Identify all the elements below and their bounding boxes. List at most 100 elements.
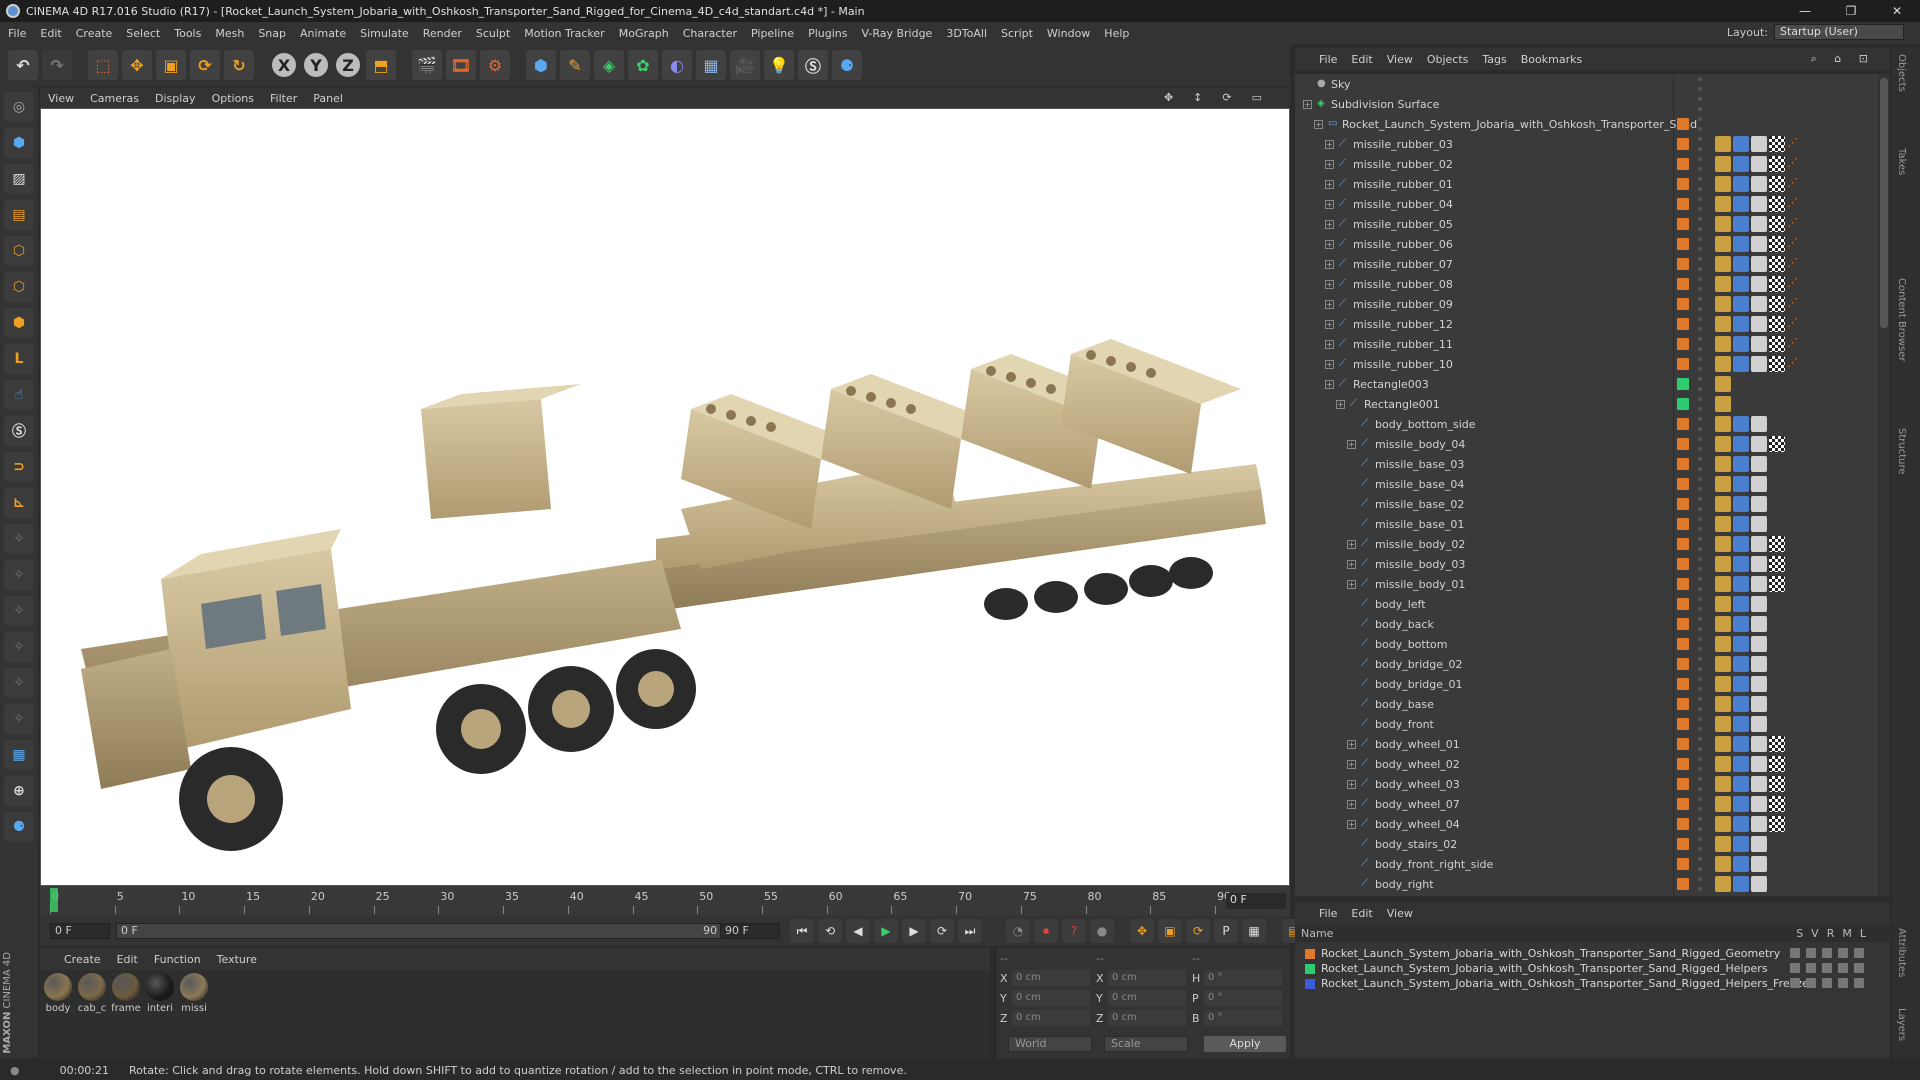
mat-menu-edit[interactable]: Edit: [117, 953, 138, 966]
layer-color-swatch[interactable]: [1677, 678, 1689, 690]
tag-icon[interactable]: [1733, 356, 1749, 372]
menu-plugins[interactable]: Plugins: [808, 27, 847, 40]
tag-icon[interactable]: ⋰: [1787, 256, 1803, 272]
expand-toggle-icon[interactable]: +: [1314, 119, 1323, 129]
scale-icon[interactable]: ▣: [156, 50, 186, 80]
layer-flag-toggle[interactable]: [1790, 978, 1800, 988]
key-position-icon[interactable]: ✥: [1130, 919, 1154, 943]
layer-color-swatch[interactable]: [1677, 778, 1689, 790]
tag-icon[interactable]: [1715, 596, 1731, 612]
go-to-end-icon[interactable]: ⏭: [958, 919, 982, 943]
tag-icon[interactable]: [1715, 296, 1731, 312]
coord-value-input[interactable]: 0 °: [1204, 970, 1282, 986]
tag-icon[interactable]: [1751, 296, 1767, 312]
tag-icon[interactable]: [1715, 716, 1731, 732]
tag-icon[interactable]: [1733, 836, 1749, 852]
tag-icon[interactable]: [1715, 656, 1731, 672]
tag-icon[interactable]: [1751, 196, 1767, 212]
expand-toggle-icon[interactable]: +: [1347, 439, 1356, 449]
visibility-toggle[interactable]: [1695, 277, 1705, 291]
next-frame-icon[interactable]: ▶: [902, 919, 926, 943]
obj-menu-tags[interactable]: Tags: [1482, 53, 1506, 66]
layer-flag-toggle[interactable]: [1838, 963, 1848, 973]
expand-toggle-icon[interactable]: +: [1325, 199, 1334, 209]
visibility-toggle[interactable]: [1695, 817, 1705, 831]
layer-flag-toggle[interactable]: [1822, 978, 1832, 988]
viewport-menu-options[interactable]: Options: [212, 92, 254, 105]
model-mode-icon[interactable]: ⬢: [4, 128, 34, 158]
object-row[interactable]: + ⟋ missile_body_02: [1295, 534, 1890, 554]
tag-icon[interactable]: [1715, 156, 1731, 172]
visibility-toggle[interactable]: [1695, 497, 1705, 511]
points-mode-icon[interactable]: ⬡: [4, 236, 34, 266]
scale-dropdown[interactable]: Scale: [1104, 1036, 1188, 1052]
material-item[interactable]: body: [44, 973, 72, 1055]
object-row[interactable]: ⟋ body_bridge_02: [1295, 654, 1890, 674]
mat-menu-create[interactable]: Create: [64, 953, 101, 966]
viewport-menu-panel[interactable]: Panel: [313, 92, 343, 105]
texture-mode-icon[interactable]: ▨: [4, 164, 34, 194]
tag-icon[interactable]: [1769, 316, 1785, 332]
coord-value-input[interactable]: 0 cm: [1108, 990, 1186, 1006]
axis-lock-icon[interactable]: ⊾: [4, 488, 34, 518]
menu-edit[interactable]: Edit: [40, 27, 61, 40]
layer-flag-toggle[interactable]: [1822, 963, 1832, 973]
edge-tab-content-browser[interactable]: Content Browser: [1896, 278, 1907, 361]
tag-icon[interactable]: [1733, 256, 1749, 272]
expand-toggle-icon[interactable]: +: [1347, 739, 1356, 749]
layer-flag-toggle[interactable]: [1790, 963, 1800, 973]
visibility-toggle[interactable]: [1695, 657, 1705, 671]
tag-icon[interactable]: [1769, 196, 1785, 212]
edge-tab-objects[interactable]: Objects: [1896, 54, 1907, 92]
obj-menu-edit[interactable]: Edit: [1351, 53, 1372, 66]
tag-icon[interactable]: [1751, 656, 1767, 672]
viewport-menu-filter[interactable]: Filter: [270, 92, 297, 105]
key-rotation-icon[interactable]: ⟳: [1186, 919, 1210, 943]
tag-icon[interactable]: [1733, 416, 1749, 432]
tag-icon[interactable]: [1751, 456, 1767, 472]
floor-icon[interactable]: ▦: [696, 50, 726, 80]
tag-icon[interactable]: [1715, 336, 1731, 352]
key-parameter-icon[interactable]: P: [1214, 919, 1238, 943]
tag-icon[interactable]: [1769, 576, 1785, 592]
tag-icon[interactable]: [1715, 736, 1731, 752]
python-left-icon[interactable]: ⚈: [4, 812, 34, 842]
next-key-icon[interactable]: ⟳: [930, 919, 954, 943]
layer-color-swatch[interactable]: [1677, 758, 1689, 770]
current-frame-field[interactable]: 0 F: [1226, 893, 1286, 909]
layer-color-swatch[interactable]: [1677, 738, 1689, 750]
edge-tab-attributes[interactable]: Attributes: [1896, 928, 1907, 977]
layer-flag-toggle[interactable]: [1854, 978, 1864, 988]
edges-mode-icon[interactable]: ⬡: [4, 272, 34, 302]
object-row[interactable]: + ◈ Subdivision Surface: [1295, 94, 1890, 114]
menu-script[interactable]: Script: [1001, 27, 1033, 40]
tag-icon[interactable]: [1769, 436, 1785, 452]
tweak-mode-icon[interactable]: ☝: [4, 380, 34, 410]
obj-menu-objects[interactable]: Objects: [1427, 53, 1469, 66]
tag-icon[interactable]: [1769, 736, 1785, 752]
coordinate-system-icon[interactable]: ⬒: [366, 50, 396, 80]
menu-mesh[interactable]: Mesh: [215, 27, 244, 40]
tag-icon[interactable]: [1733, 796, 1749, 812]
visibility-toggle[interactable]: [1695, 377, 1705, 391]
layer-color-swatch[interactable]: [1305, 948, 1315, 959]
layer-menu-edit[interactable]: Edit: [1351, 907, 1372, 920]
tag-icon[interactable]: ⋰: [1787, 176, 1803, 192]
tag-icon[interactable]: [1733, 536, 1749, 552]
expand-toggle-icon[interactable]: +: [1336, 399, 1345, 409]
tag-icon[interactable]: [1769, 136, 1785, 152]
object-row[interactable]: ⟋ body_back: [1295, 614, 1890, 634]
layer-color-swatch[interactable]: [1677, 358, 1689, 370]
mat-menu-texture[interactable]: Texture: [217, 953, 257, 966]
play-icon[interactable]: ▶: [874, 919, 898, 943]
object-row[interactable]: + ⟋ body_wheel_02: [1295, 754, 1890, 774]
tag-icon[interactable]: [1751, 756, 1767, 772]
previous-key-icon[interactable]: ⟲: [818, 919, 842, 943]
object-row[interactable]: + ⟋ Rectangle001: [1295, 394, 1890, 414]
layer-row[interactable]: Rocket_Launch_System_Jobaria_with_Oshkos…: [1305, 946, 1780, 961]
tag-icon[interactable]: [1715, 576, 1731, 592]
layer-color-swatch[interactable]: [1677, 158, 1689, 170]
menu-window[interactable]: Window: [1047, 27, 1090, 40]
tag-icon[interactable]: [1733, 316, 1749, 332]
tag-icon[interactable]: [1715, 616, 1731, 632]
